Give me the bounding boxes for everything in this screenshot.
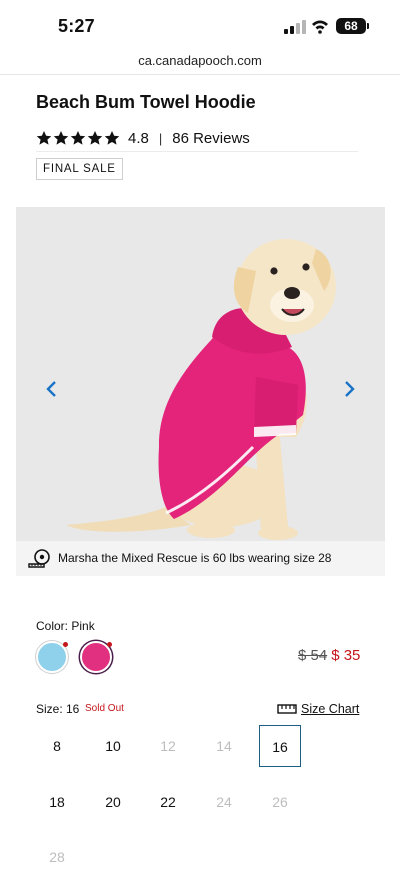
size-option-16[interactable]: 16 (259, 725, 301, 767)
size-option-10[interactable]: 10 (92, 725, 134, 767)
caption-text: Marsha the Mixed Rescue is 60 lbs wearin… (58, 551, 332, 565)
size-option-26[interactable]: 26 (259, 781, 301, 823)
price: $ 54 $ 35 (298, 647, 360, 664)
star-icon (53, 131, 69, 145)
sale-dot (63, 642, 68, 647)
size-option-28[interactable]: 28 (36, 836, 78, 878)
divider (0, 74, 400, 75)
signal-icon (284, 20, 306, 34)
sale-dot (107, 642, 112, 647)
final-sale-badge: FINAL SALE (36, 158, 123, 180)
star-icon (104, 131, 120, 145)
address-bar[interactable]: ca.canadapooch.com (0, 50, 400, 74)
product-photo (66, 239, 336, 540)
size-option-22[interactable]: 22 (147, 781, 189, 823)
size-option-18[interactable]: 18 (36, 781, 78, 823)
battery-icon: 68 (336, 18, 366, 34)
star-icon (70, 131, 86, 145)
star-icon (87, 131, 103, 145)
product-title: Beach Bum Towel Hoodie (36, 92, 256, 112)
rating-separator: | (158, 130, 163, 146)
rating-stars (36, 130, 120, 146)
product-image-gallery[interactable] (16, 207, 385, 541)
size-chart-label: Size Chart (301, 702, 360, 716)
color-label: Color: Pink (36, 619, 95, 633)
status-time: 5:27 (58, 16, 95, 36)
previous-image-arrow-icon[interactable] (42, 377, 62, 401)
original-price: $ 54 (298, 647, 328, 664)
size-chart-link[interactable]: Size Chart (277, 701, 359, 717)
sold-out-label: Sold Out (85, 703, 124, 714)
wifi-icon (312, 20, 328, 34)
size-option-14[interactable]: 14 (203, 725, 245, 767)
measuring-tape-icon (28, 549, 50, 568)
battery-cap (367, 23, 369, 29)
status-bar: 5:27 68 (0, 0, 400, 50)
star-icon (36, 131, 52, 145)
size-option-20[interactable]: 20 (92, 781, 134, 823)
size-option-24[interactable]: 24 (203, 781, 245, 823)
size-option-8[interactable]: 8 (36, 725, 78, 767)
reviews-link[interactable]: 86 Reviews (172, 130, 250, 147)
next-image-arrow-icon[interactable] (339, 377, 359, 401)
size-option-12[interactable]: 12 (147, 725, 189, 767)
image-caption: Marsha the Mixed Rescue is 60 lbs wearin… (16, 541, 385, 576)
rating-row[interactable]: 4.8 | 86 Reviews (36, 128, 250, 148)
divider (36, 151, 358, 152)
sale-price: $ 35 (331, 647, 361, 664)
size-label: Size: 16 (36, 702, 80, 716)
rating-value: 4.8 (128, 129, 149, 147)
ruler-icon (277, 704, 297, 714)
